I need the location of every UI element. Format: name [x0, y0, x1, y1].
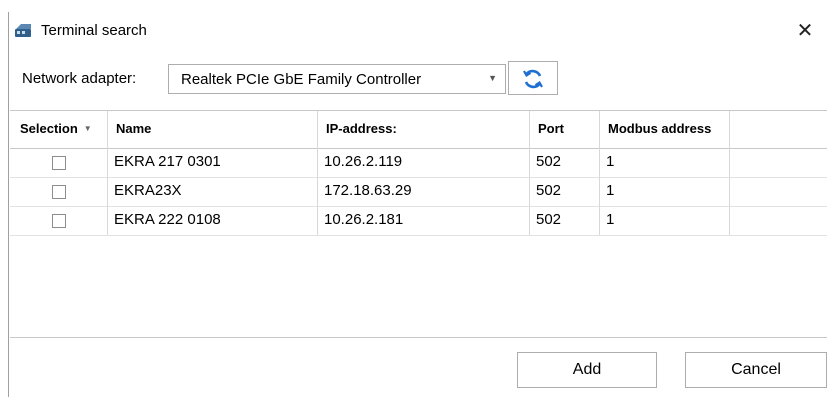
title-bar: Terminal search ✕	[10, 16, 827, 46]
network-adapter-row: Network adapter: Realtek PCIe GbE Family…	[10, 60, 827, 96]
terminal-table: Selection ▼ Name IP-address: Port Modbus …	[10, 110, 827, 338]
network-adapter-label: Network adapter:	[22, 70, 137, 87]
refresh-button[interactable]	[508, 61, 558, 95]
chevron-down-icon: ▼	[488, 73, 497, 83]
terminal-ip: 172.18.63.29	[318, 177, 530, 206]
network-adapter-value: Realtek PCIe GbE Family Controller	[181, 71, 422, 88]
column-header-name[interactable]: Name	[108, 111, 318, 148]
row-checkbox[interactable]	[52, 156, 66, 170]
terminal-modbus: 1	[600, 206, 730, 235]
dialog-border	[8, 12, 9, 397]
terminal-name: EKRA23X	[108, 177, 318, 206]
column-header-ip[interactable]: IP-address:	[318, 111, 530, 148]
terminal-port: 502	[530, 206, 600, 235]
terminal-name: EKRA 217 0301	[108, 148, 318, 177]
table-row[interactable]: EKRA 222 0108 10.26.2.181 502 1	[10, 206, 827, 236]
refresh-icon	[523, 69, 543, 89]
add-button[interactable]: Add	[517, 352, 657, 388]
cancel-button[interactable]: Cancel	[685, 352, 827, 388]
terminal-modbus: 1	[600, 148, 730, 177]
terminal-port: 502	[530, 148, 600, 177]
dialog-title: Terminal search	[41, 22, 147, 39]
terminal-app-icon	[14, 23, 34, 39]
terminal-name: EKRA 222 0108	[108, 206, 318, 235]
row-checkbox[interactable]	[52, 185, 66, 199]
row-checkbox[interactable]	[52, 214, 66, 228]
close-button[interactable]: ✕	[793, 18, 817, 44]
terminal-ip: 10.26.2.181	[318, 206, 530, 235]
table-row[interactable]: EKRA 217 0301 10.26.2.119 502 1	[10, 148, 827, 178]
terminal-search-dialog: Terminal search ✕ Network adapter: Realt…	[0, 0, 827, 397]
terminal-modbus: 1	[600, 177, 730, 206]
table-header: Selection ▼ Name IP-address: Port Modbus …	[10, 111, 827, 149]
column-header-port[interactable]: Port	[530, 111, 600, 148]
table-row[interactable]: EKRA23X 172.18.63.29 502 1	[10, 177, 827, 207]
network-adapter-select[interactable]: Realtek PCIe GbE Family Controller ▼	[168, 64, 506, 94]
terminal-ip: 10.26.2.119	[318, 148, 530, 177]
column-header-modbus[interactable]: Modbus address	[600, 111, 730, 148]
column-header-selection[interactable]: Selection ▼	[10, 111, 108, 148]
terminal-port: 502	[530, 177, 600, 206]
